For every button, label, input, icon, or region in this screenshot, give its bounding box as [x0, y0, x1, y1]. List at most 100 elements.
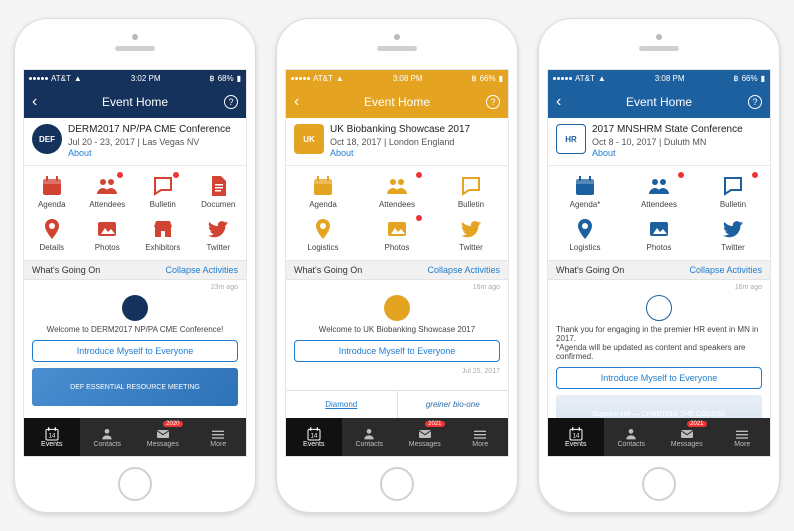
phone-frame: AT&T▲ 3:02 PM ฿68%▮‹Event Home?DEFDERM20… — [14, 18, 256, 513]
grid-details[interactable]: Details — [24, 213, 80, 256]
notification-badge — [416, 172, 422, 178]
tab-label: More — [472, 441, 488, 448]
feature-grid: AgendaAttendeesBulletin Documen Details Pho… — [24, 166, 246, 260]
grid-twitter[interactable]: Twitter — [696, 213, 770, 256]
help-button[interactable]: ? — [486, 95, 500, 109]
grid-bulletin[interactable]: Bulletin — [434, 170, 508, 213]
grid-label: Agenda* — [570, 200, 601, 209]
introduce-button[interactable]: Introduce Myself to Everyone — [32, 340, 238, 362]
activity-feed[interactable]: 23m agoWelcome to DERM2017 NP/PA CME Con… — [24, 280, 246, 418]
tab-contacts[interactable]: Contacts — [80, 418, 136, 456]
feature-grid: Agenda* AttendeesBulletin Logistics Photos T… — [548, 166, 770, 260]
event-header[interactable]: HR2017 MNSHRM State ConferenceOct 8 - 10… — [548, 118, 770, 166]
grid-photos[interactable]: Photos — [360, 213, 434, 256]
attendees-icon — [647, 174, 671, 198]
phone-frame: AT&T▲ 3:08 PM ฿66%▮‹Event Home?HR2017 MN… — [538, 18, 780, 513]
tab-more[interactable]: More — [715, 418, 771, 456]
introduce-button[interactable]: Introduce Myself to Everyone — [556, 367, 762, 389]
tab-label: Events — [565, 441, 586, 448]
clock: 3:08 PM — [393, 74, 423, 83]
tab-more-icon — [472, 426, 488, 440]
grid-bulletin[interactable]: Bulletin — [135, 170, 191, 213]
tab-more[interactable]: More — [191, 418, 247, 456]
tab-messages[interactable]: Messages2020 — [135, 418, 191, 456]
grid-agenda[interactable]: Agenda — [24, 170, 80, 213]
tab-more[interactable]: More — [453, 418, 509, 456]
grid-twitter[interactable]: Twitter — [191, 213, 247, 256]
back-button[interactable]: ‹ — [294, 93, 299, 111]
attendees-icon — [385, 174, 409, 198]
about-link[interactable]: About — [592, 148, 743, 159]
grid-logistics[interactable]: Logistics — [286, 213, 360, 256]
introduce-button[interactable]: Introduce Myself to Everyone — [294, 340, 500, 362]
home-button[interactable] — [642, 467, 676, 501]
sponsor-tier[interactable]: Diamond — [286, 391, 397, 418]
whats-going-on-header: What's Going On Collapse Activities — [286, 260, 508, 280]
carrier-label: AT&T — [313, 74, 333, 83]
wifi-icon: ▲ — [74, 74, 82, 83]
tab-events[interactable]: 14Events — [286, 418, 342, 456]
help-button[interactable]: ? — [224, 95, 238, 109]
tab-messages-icon — [679, 426, 695, 440]
back-button[interactable]: ‹ — [32, 93, 37, 111]
bulletin-icon — [721, 174, 745, 198]
grid-twitter[interactable]: Twitter — [434, 213, 508, 256]
grid-label: Documen — [201, 200, 235, 209]
tab-events-icon: 14 — [306, 426, 322, 440]
grid-photos[interactable]: Photos — [80, 213, 136, 256]
grid-exhibitors[interactable]: Exhibitors — [135, 213, 191, 256]
activity-feed[interactable]: 16m agoWelcome to UK Biobanking Showcase… — [286, 280, 508, 390]
bluetooth-icon: ฿ — [471, 74, 476, 83]
grid-label: Photos — [95, 243, 120, 252]
grid-photos[interactable]: Photos — [622, 213, 696, 256]
event-header[interactable]: DEFDERM2017 NP/PA CME ConferenceJul 20 -… — [24, 118, 246, 166]
grid-agenda[interactable]: Agenda — [286, 170, 360, 213]
wgo-title: What's Going On — [294, 265, 362, 275]
help-button[interactable]: ? — [748, 95, 762, 109]
grid-attendees[interactable]: Attendees — [360, 170, 434, 213]
sponsor-name[interactable]: greiner bio-one — [397, 391, 509, 418]
grid-label: Photos — [647, 243, 672, 252]
grid-logistics[interactable]: Logistics — [548, 213, 622, 256]
back-button[interactable]: ‹ — [556, 93, 561, 111]
battery-label: 66% — [480, 74, 496, 83]
about-link[interactable]: About — [330, 148, 470, 159]
collapse-link[interactable]: Collapse Activities — [427, 265, 500, 275]
wgo-title: What's Going On — [556, 265, 624, 275]
collapse-link[interactable]: Collapse Activities — [689, 265, 762, 275]
battery-icon: ▮ — [761, 74, 765, 83]
grid-attendees[interactable]: Attendees — [80, 170, 136, 213]
feed-text: Welcome to UK Biobanking Showcase 2017 — [294, 325, 500, 334]
tab-events[interactable]: 14Events — [24, 418, 80, 456]
tab-events[interactable]: 14Events — [548, 418, 604, 456]
event-header[interactable]: UKUK Biobanking Showcase 2017Oct 18, 201… — [286, 118, 508, 166]
tab-contacts-icon — [623, 426, 639, 440]
status-left: AT&T▲ — [29, 74, 82, 83]
feed-banner[interactable]: Superior HR — CHARTING THE COURSE — [556, 395, 762, 418]
carrier-label: AT&T — [575, 74, 595, 83]
tab-messages[interactable]: Messages2021 — [659, 418, 715, 456]
tab-contacts[interactable]: Contacts — [342, 418, 398, 456]
grid-documents[interactable]: Documen — [191, 170, 247, 213]
tab-contacts[interactable]: Contacts — [604, 418, 660, 456]
status-left: AT&T▲ — [291, 74, 344, 83]
home-button[interactable] — [380, 467, 414, 501]
documents-icon — [206, 174, 230, 198]
messages-badge: 2020 — [163, 421, 182, 427]
tab-more-icon — [210, 426, 226, 440]
collapse-link[interactable]: Collapse Activities — [165, 265, 238, 275]
feed-banner[interactable]: DEF ESSENTIAL RESOURCE MEETING — [32, 368, 238, 406]
activity-feed[interactable]: 16m agoThank you for engaging in the pre… — [548, 280, 770, 418]
nav-bar: ‹ Event Home? — [548, 86, 770, 118]
nav-title: Event Home — [626, 95, 692, 109]
grid-agenda[interactable]: Agenda* — [548, 170, 622, 213]
home-button[interactable] — [118, 467, 152, 501]
about-link[interactable]: About — [68, 148, 231, 159]
grid-attendees[interactable]: Attendees — [622, 170, 696, 213]
grid-label: Logistics — [569, 243, 600, 252]
whats-going-on-header: What's Going OnCollapse Activities — [24, 260, 246, 280]
agenda-icon — [40, 174, 64, 198]
tab-messages[interactable]: Messages2021 — [397, 418, 453, 456]
grid-bulletin[interactable]: Bulletin — [696, 170, 770, 213]
event-logo: DEF — [32, 124, 62, 154]
